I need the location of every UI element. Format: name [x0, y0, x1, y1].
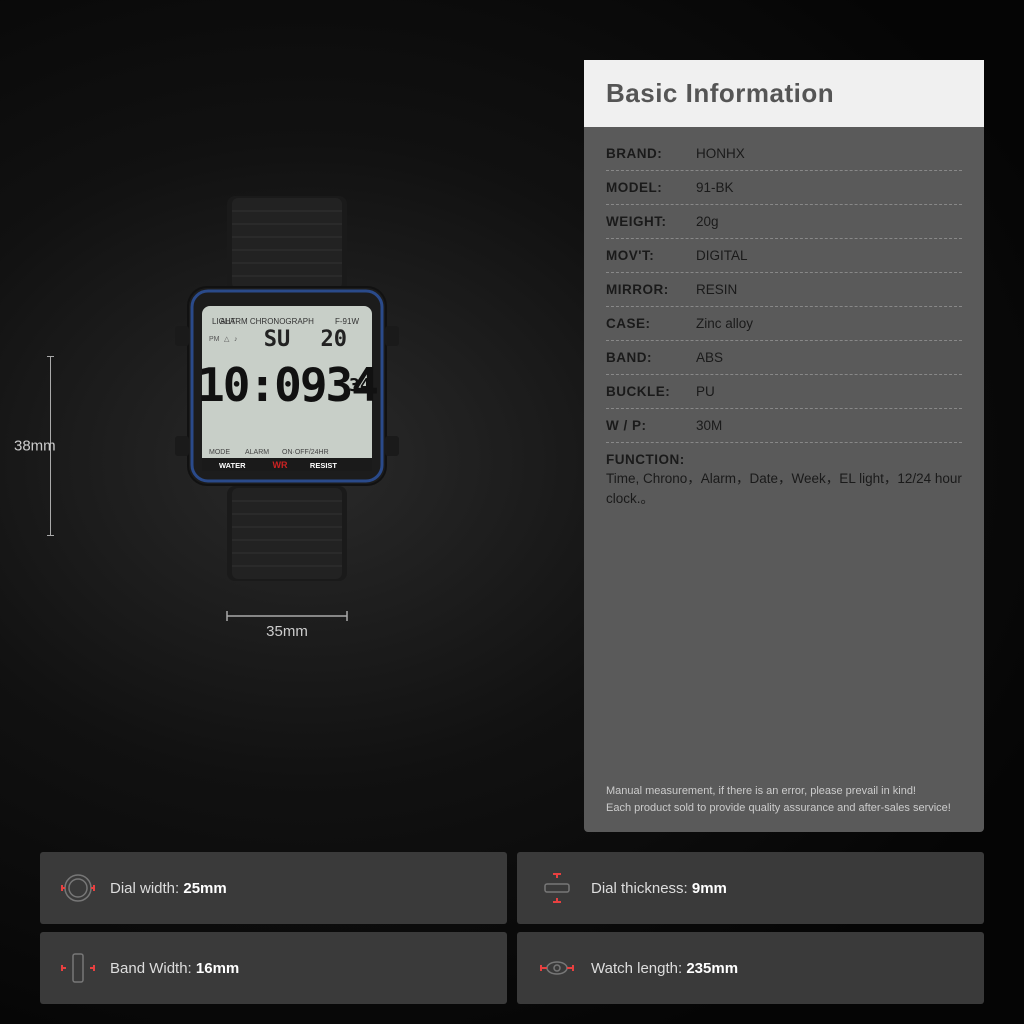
svg-text:SU: SU	[264, 327, 291, 352]
info-title-bar: Basic Information	[584, 60, 984, 127]
svg-text:35mm: 35mm	[266, 623, 308, 640]
dial-width-icon	[60, 870, 96, 906]
info-value-8: 30M	[696, 418, 722, 433]
info-row-7: BUCKLE: PU	[606, 375, 962, 409]
info-label-5: CASE:	[606, 316, 696, 331]
info-value-4: RESIN	[696, 282, 737, 297]
watch-length-text: Watch length: 235mm	[591, 960, 738, 977]
top-section: 38mm	[40, 60, 984, 832]
watch-area: 38mm	[40, 60, 554, 832]
measurement-bars-row1: Dial width: 25mm Dial thickness: 9mm	[40, 852, 984, 924]
dial-width-value: 25mm	[183, 880, 226, 897]
info-label-8: W / P:	[606, 418, 696, 433]
svg-text:WATER: WATER	[219, 461, 246, 470]
info-value-3: DIGITAL	[696, 248, 748, 263]
dial-thickness-value: 9mm	[692, 880, 727, 897]
svg-text:△: △	[224, 336, 230, 343]
info-row-1: MODEL: 91-BK	[606, 171, 962, 205]
band-width-bar: Band Width: 16mm	[40, 932, 507, 1004]
info-label-9: FUNCTION:	[606, 452, 696, 467]
info-value-0: HONHX	[696, 146, 745, 161]
info-row-3: MOV'T: DIGITAL	[606, 239, 962, 273]
band-width-text: Band Width: 16mm	[110, 960, 239, 977]
info-label-6: BAND:	[606, 350, 696, 365]
dial-thickness-bar: Dial thickness: 9mm	[517, 852, 984, 924]
info-note: Manual measurement, if there is an error…	[584, 775, 984, 832]
svg-text:ALARM: ALARM	[245, 449, 269, 456]
main-container: 38mm	[0, 0, 1024, 1024]
info-row-9: FUNCTION: Time, Chrono，Alarm，Date，Week，E…	[606, 443, 962, 516]
info-row-2: WEIGHT: 20g	[606, 205, 962, 239]
info-title: Basic Information	[606, 78, 962, 109]
info-value-1: 91-BK	[696, 180, 734, 195]
info-label-4: MIRROR:	[606, 282, 696, 297]
measurement-bars-row2: Band Width: 16mm Watch length: 235mm	[40, 932, 984, 1004]
svg-text:RESIST: RESIST	[310, 461, 338, 470]
note-line1: Manual measurement, if there is an error…	[606, 783, 962, 801]
info-panel: Basic Information BRAND: HONHXMODEL: 91-…	[584, 60, 984, 832]
dial-thickness-icon	[537, 870, 577, 906]
band-width-value: 16mm	[196, 960, 239, 977]
svg-text:MODE: MODE	[209, 449, 230, 456]
band-width-icon	[60, 950, 96, 986]
note-line2: Each product sold to provide quality ass…	[606, 800, 962, 818]
info-row-4: MIRROR: RESIN	[606, 273, 962, 307]
info-row-5: CASE: Zinc alloy	[606, 307, 962, 341]
dial-width-bar: Dial width: 25mm	[40, 852, 507, 924]
info-value-7: PU	[696, 384, 715, 399]
svg-text:ALARM CHRONOGRAPH: ALARM CHRONOGRAPH	[220, 317, 314, 326]
svg-text:PM: PM	[209, 336, 220, 343]
info-label-7: BUCKLE:	[606, 384, 696, 399]
svg-text:ON·OFF/24HR: ON·OFF/24HR	[282, 449, 329, 456]
height-label: 38mm	[14, 438, 56, 455]
info-label-0: BRAND:	[606, 146, 696, 161]
info-row-6: BAND: ABS	[606, 341, 962, 375]
info-row-8: W / P: 30M	[606, 409, 962, 443]
dial-width-text: Dial width: 25mm	[110, 880, 227, 897]
svg-text:♪: ♪	[234, 336, 238, 343]
watch-length-icon	[537, 950, 577, 986]
svg-text:WR: WR	[273, 460, 288, 470]
svg-text:20: 20	[321, 327, 348, 352]
info-label-2: WEIGHT:	[606, 214, 696, 229]
info-value-2: 20g	[696, 214, 719, 229]
dial-thickness-text: Dial thickness: 9mm	[591, 880, 727, 897]
watch-length-value: 235mm	[686, 960, 738, 977]
watch-length-bar: Watch length: 235mm	[517, 932, 984, 1004]
info-value-5: Zinc alloy	[696, 316, 753, 331]
watch-illustration: LIGHT ALARM CHRONOGRAPH F-91W PM △ ♪ SU …	[137, 196, 457, 696]
info-value-9: Time, Chrono，Alarm，Date，Week，EL light，12…	[606, 467, 962, 507]
info-row-0: BRAND: HONHX	[606, 137, 962, 171]
svg-text:34: 34	[349, 375, 371, 396]
info-rows: BRAND: HONHXMODEL: 91-BKWEIGHT: 20gMOV'T…	[584, 127, 984, 775]
info-value-6: ABS	[696, 350, 723, 365]
info-label-3: MOV'T:	[606, 248, 696, 263]
info-label-1: MODEL:	[606, 180, 696, 195]
svg-text:F-91W: F-91W	[335, 317, 359, 326]
